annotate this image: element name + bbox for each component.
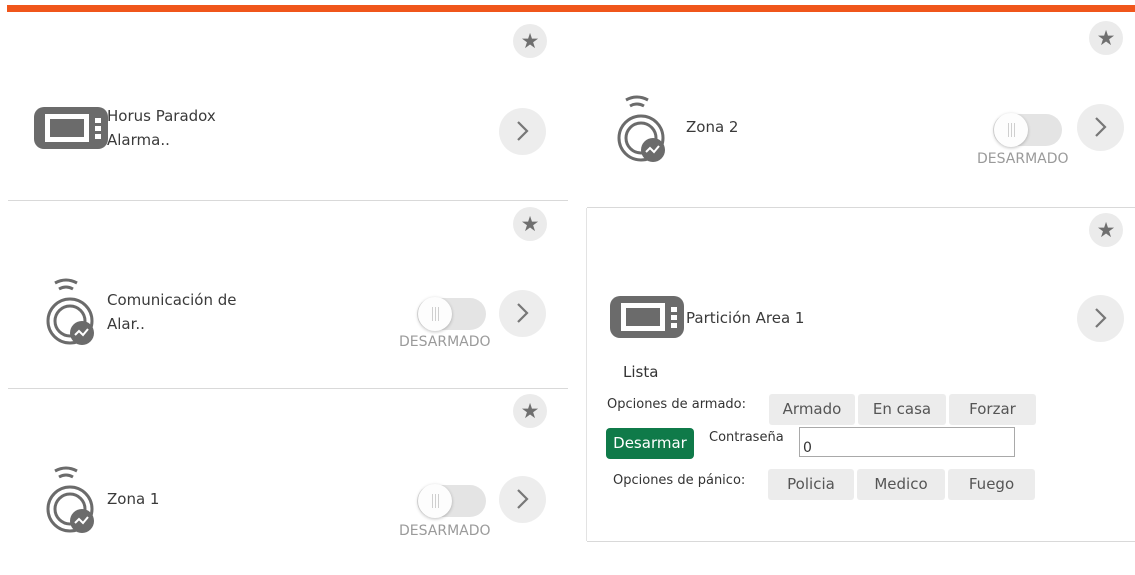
arm-stay-button[interactable]: En casa bbox=[858, 394, 946, 425]
device-name: Horus Paradox Alarma.. bbox=[107, 104, 216, 152]
status-label: DESARMADO bbox=[399, 334, 491, 350]
favorite-star-icon[interactable]: ★ bbox=[1089, 21, 1123, 55]
panic-medical-button[interactable]: Medico bbox=[857, 469, 945, 500]
wireless-zone-icon bbox=[46, 278, 94, 345]
toggle-knob bbox=[418, 484, 452, 518]
status-label: DESARMADO bbox=[399, 523, 491, 539]
toggle-knob bbox=[418, 297, 452, 331]
device-card-comunicacion: Comunicación de Alar.. ★ DESARMADO bbox=[8, 201, 568, 388]
chevron-right-icon bbox=[517, 489, 529, 509]
top-accent-bar bbox=[7, 5, 1135, 12]
chevron-right-icon bbox=[1095, 117, 1107, 137]
device-name-line2: Alar.. bbox=[107, 315, 145, 333]
favorite-star-icon[interactable]: ★ bbox=[513, 394, 547, 428]
device-name: Comunicación de Alar.. bbox=[107, 288, 237, 336]
arm-away-button[interactable]: Armado bbox=[769, 394, 855, 425]
device-name: Partición Area 1 bbox=[686, 309, 805, 327]
wireless-zone-icon bbox=[46, 466, 94, 533]
device-card-zona1: ★ Zona 1 DESARMADO bbox=[8, 389, 568, 575]
alarm-panel-icon bbox=[610, 296, 684, 338]
device-card-particion: ★ Partición Area 1 Lista Opciones de arm… bbox=[587, 208, 1135, 541]
device-name: Zona 2 bbox=[686, 118, 739, 136]
device-card-zona2: ★ Zona 2 DESARMADO bbox=[587, 16, 1135, 206]
chevron-right-icon bbox=[1095, 308, 1107, 328]
chevron-right-icon bbox=[517, 121, 529, 141]
panic-police-button[interactable]: Policia bbox=[768, 469, 854, 500]
card-divider bbox=[587, 541, 1135, 542]
disarm-button[interactable]: Desarmar bbox=[606, 428, 694, 459]
device-name: Zona 1 bbox=[107, 490, 160, 508]
arm-toggle[interactable] bbox=[417, 484, 486, 518]
toggle-knob bbox=[994, 113, 1028, 147]
open-details-button[interactable] bbox=[499, 108, 546, 155]
device-name-line1: Horus Paradox bbox=[107, 107, 216, 125]
arm-options-label: Opciones de armado: bbox=[607, 397, 747, 412]
favorite-star-icon[interactable]: ★ bbox=[513, 207, 547, 241]
open-details-button[interactable] bbox=[1077, 295, 1124, 342]
open-details-button[interactable] bbox=[499, 290, 546, 337]
partition-state: Lista bbox=[623, 363, 659, 381]
arm-force-button[interactable]: Forzar bbox=[949, 394, 1036, 425]
favorite-star-icon[interactable]: ★ bbox=[513, 24, 547, 58]
device-card-horus: ★ Horus Paradox Alarma.. bbox=[8, 16, 568, 200]
password-label: Contraseña bbox=[709, 430, 784, 445]
chevron-right-icon bbox=[517, 303, 529, 323]
open-details-button[interactable] bbox=[499, 476, 546, 523]
panic-options-label: Opciones de pánico: bbox=[613, 473, 746, 488]
alarm-panel-icon bbox=[34, 107, 108, 149]
device-name-line2: Alarma.. bbox=[107, 131, 170, 149]
device-name-line1: Comunicación de bbox=[107, 291, 237, 309]
arm-toggle[interactable] bbox=[417, 297, 486, 331]
column-divider bbox=[586, 208, 587, 541]
open-details-button[interactable] bbox=[1077, 104, 1124, 151]
favorite-star-icon[interactable]: ★ bbox=[1089, 213, 1123, 247]
status-label: DESARMADO bbox=[977, 151, 1069, 167]
arm-toggle[interactable] bbox=[993, 113, 1062, 147]
wireless-zone-icon bbox=[617, 95, 665, 162]
panic-fire-button[interactable]: Fuego bbox=[948, 469, 1035, 500]
password-input[interactable]: 0 bbox=[799, 427, 1015, 457]
